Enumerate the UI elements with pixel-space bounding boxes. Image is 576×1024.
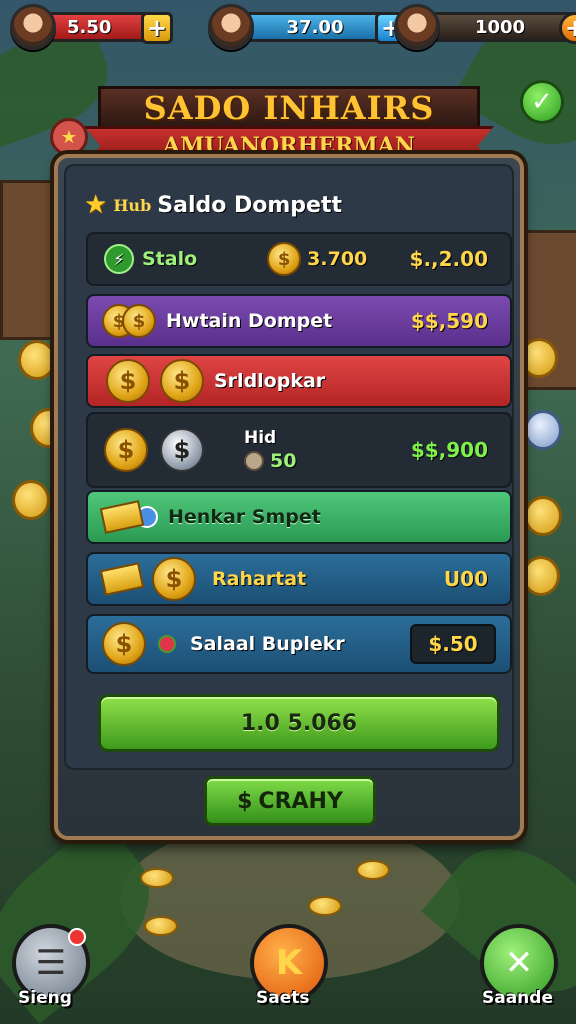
- hud-player-1: 5.50 +: [10, 4, 173, 50]
- small-coin-icon: [244, 451, 264, 471]
- k-letter-icon: K: [275, 943, 303, 983]
- hud-balance-bar: 1000 +: [426, 12, 576, 44]
- row-label: Hwtain Dompet: [166, 310, 333, 332]
- coin-icon: $: [267, 242, 302, 276]
- cash-icon: [99, 500, 145, 534]
- side-coin: [522, 556, 560, 596]
- hud-balance-bar: 5.50 +: [42, 12, 173, 44]
- ground-coin: [144, 916, 178, 936]
- confirm-check-button[interactable]: ✓: [520, 80, 564, 124]
- side-coin: [12, 480, 50, 520]
- balance-row[interactable]: ⚡ Stalo $ 3.700 $.,2.00: [86, 232, 512, 286]
- banner-title: SADO INHAIRS: [98, 86, 480, 130]
- total-balance-button[interactable]: 1.0 5.066: [98, 694, 500, 752]
- add-currency-button[interactable]: +: [559, 12, 576, 44]
- player-avatar[interactable]: [208, 4, 254, 50]
- panel-title: Saldo Dompett: [157, 192, 343, 218]
- row-mid-value: 50: [270, 450, 297, 472]
- cash-icon: [99, 562, 145, 596]
- row-label: Salaal Buplekr: [190, 633, 345, 655]
- row-label-group: Hid 50: [244, 428, 296, 472]
- coin-icon: $: [106, 359, 150, 403]
- hud-balance-value: 1000: [474, 16, 526, 38]
- row-value-box: $.50: [410, 624, 496, 664]
- row-value: $.,2.00: [409, 247, 488, 271]
- ground-coin: [140, 868, 174, 888]
- ground-coin: [356, 860, 390, 880]
- row-label: Henkar Smpet: [168, 506, 321, 528]
- wallet-panel: ★ Hub Saldo Dompett ⚡ Stalo $ 3.700 $.,2…: [54, 154, 524, 840]
- hud-player-3: 1000 +: [394, 4, 576, 50]
- silver-coin-icon: $: [160, 428, 204, 472]
- background-house: [0, 180, 60, 340]
- wallet-panel-inner: ★ Hub Saldo Dompett ⚡ Stalo $ 3.700 $.,2…: [64, 164, 514, 770]
- clip-icon: ★: [50, 118, 88, 156]
- row-value: $.50: [428, 632, 478, 656]
- dollar-icon: $: [237, 788, 253, 814]
- row-mid-value: 3.700: [307, 248, 368, 270]
- nav-center-label: Saets: [256, 988, 310, 1008]
- coin-icon: $: [152, 557, 196, 601]
- side-coin: [18, 340, 56, 380]
- tools-icon: ✕: [504, 943, 534, 983]
- lightning-icon: ⚡: [104, 244, 134, 274]
- wallet-row[interactable]: $ Rahartat U00: [86, 552, 512, 606]
- side-coin: [520, 338, 558, 378]
- hud-balance-value: 5.50: [67, 16, 112, 38]
- panel-tag: Hub: [113, 195, 152, 215]
- wallet-row[interactable]: $ Salaal Buplekr $.50: [86, 614, 512, 674]
- row-label: Stalo: [142, 248, 198, 270]
- row-value: U00: [443, 567, 488, 591]
- berry-icon: [158, 635, 176, 653]
- player-avatar[interactable]: [394, 4, 440, 50]
- crazy-button-label: CRAHY: [258, 788, 343, 814]
- nav-right-label: Saande: [482, 988, 553, 1008]
- wallet-row[interactable]: $ $ Hid 50 $$,900: [86, 412, 512, 488]
- row-label: Srldlopkar: [214, 370, 326, 392]
- ground-coin: [308, 896, 342, 916]
- hud-player-2: 37.00 +: [208, 4, 407, 50]
- row-value: $$,590: [410, 309, 488, 333]
- checkmark-icon: ✓: [531, 87, 553, 117]
- wallet-row[interactable]: Henkar Smpet: [86, 490, 512, 544]
- nav-left-label: Sieng: [18, 988, 72, 1008]
- star-icon: ★: [84, 190, 108, 220]
- list-icon: ☰: [35, 943, 67, 983]
- hud-balance-value: 37.00: [286, 16, 344, 38]
- player-avatar[interactable]: [10, 4, 56, 50]
- crazy-button[interactable]: $ CRAHY: [204, 776, 376, 826]
- row-label: Hid: [244, 428, 277, 448]
- wallet-row[interactable]: $ $ Srldlopkar: [86, 354, 512, 408]
- coin-icon: $: [160, 359, 204, 403]
- row-label: Rahartat: [212, 568, 307, 590]
- panel-header: ★ Hub Saldo Dompett: [84, 190, 342, 220]
- coin-icon: $: [104, 428, 148, 472]
- wallet-row[interactable]: $ $ Hwtain Dompet $$,590: [86, 294, 512, 348]
- side-coin-silver: [524, 410, 562, 450]
- row-mid-group: 50: [244, 450, 296, 472]
- notification-badge: [68, 928, 86, 946]
- hud-balance-bar: 37.00 +: [240, 12, 407, 44]
- add-currency-button[interactable]: +: [141, 12, 173, 44]
- coin-icon: $: [102, 622, 146, 666]
- coin-icon: $: [122, 304, 156, 338]
- row-value: $$,900: [410, 438, 488, 462]
- side-coin: [524, 496, 562, 536]
